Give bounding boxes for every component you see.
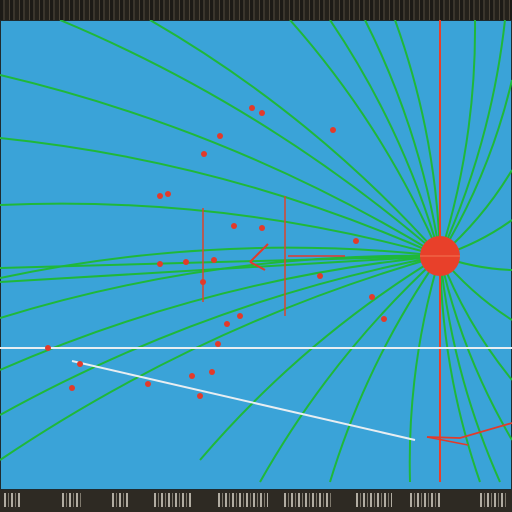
particle-dot [369, 294, 375, 300]
particle-dot [249, 105, 255, 111]
particle-dot [200, 279, 206, 285]
particle-dot [69, 385, 75, 391]
strip-glyph [284, 493, 332, 507]
particle-dot [317, 273, 323, 279]
particle-dot [224, 321, 230, 327]
field-diagram [0, 20, 512, 490]
strip-glyph [410, 493, 442, 507]
particle-dot [183, 259, 189, 265]
particle-dot [231, 223, 237, 229]
strip-glyph [356, 493, 392, 507]
particle-dot [237, 313, 243, 319]
strip-glyph [4, 493, 20, 507]
strip-glyph [62, 493, 82, 507]
particle-dot [209, 369, 215, 375]
particle-dot [189, 373, 195, 379]
particle-dot [259, 110, 265, 116]
field-diagram-panel [0, 20, 512, 490]
strip-glyph [218, 493, 268, 507]
particle-dot [330, 127, 336, 133]
particle-dot [217, 133, 223, 139]
particle-dot [157, 261, 163, 267]
particle-dot [259, 225, 265, 231]
bottom-decorative-strip [0, 490, 512, 512]
particle-dot [77, 361, 83, 367]
particle-dot [201, 151, 207, 157]
particle-dot [197, 393, 203, 399]
strip-glyph [112, 493, 130, 507]
particle-dot [165, 191, 171, 197]
particle-dot [353, 238, 359, 244]
particle-dot [145, 381, 151, 387]
particle-dot [215, 341, 221, 347]
particle-dot [45, 345, 51, 351]
strip-glyph [154, 493, 192, 507]
strip-glyph [480, 493, 508, 507]
particle-dot [157, 193, 163, 199]
particle-dot [381, 316, 387, 322]
particle-dot [211, 257, 217, 263]
top-decorative-strip [0, 0, 512, 20]
